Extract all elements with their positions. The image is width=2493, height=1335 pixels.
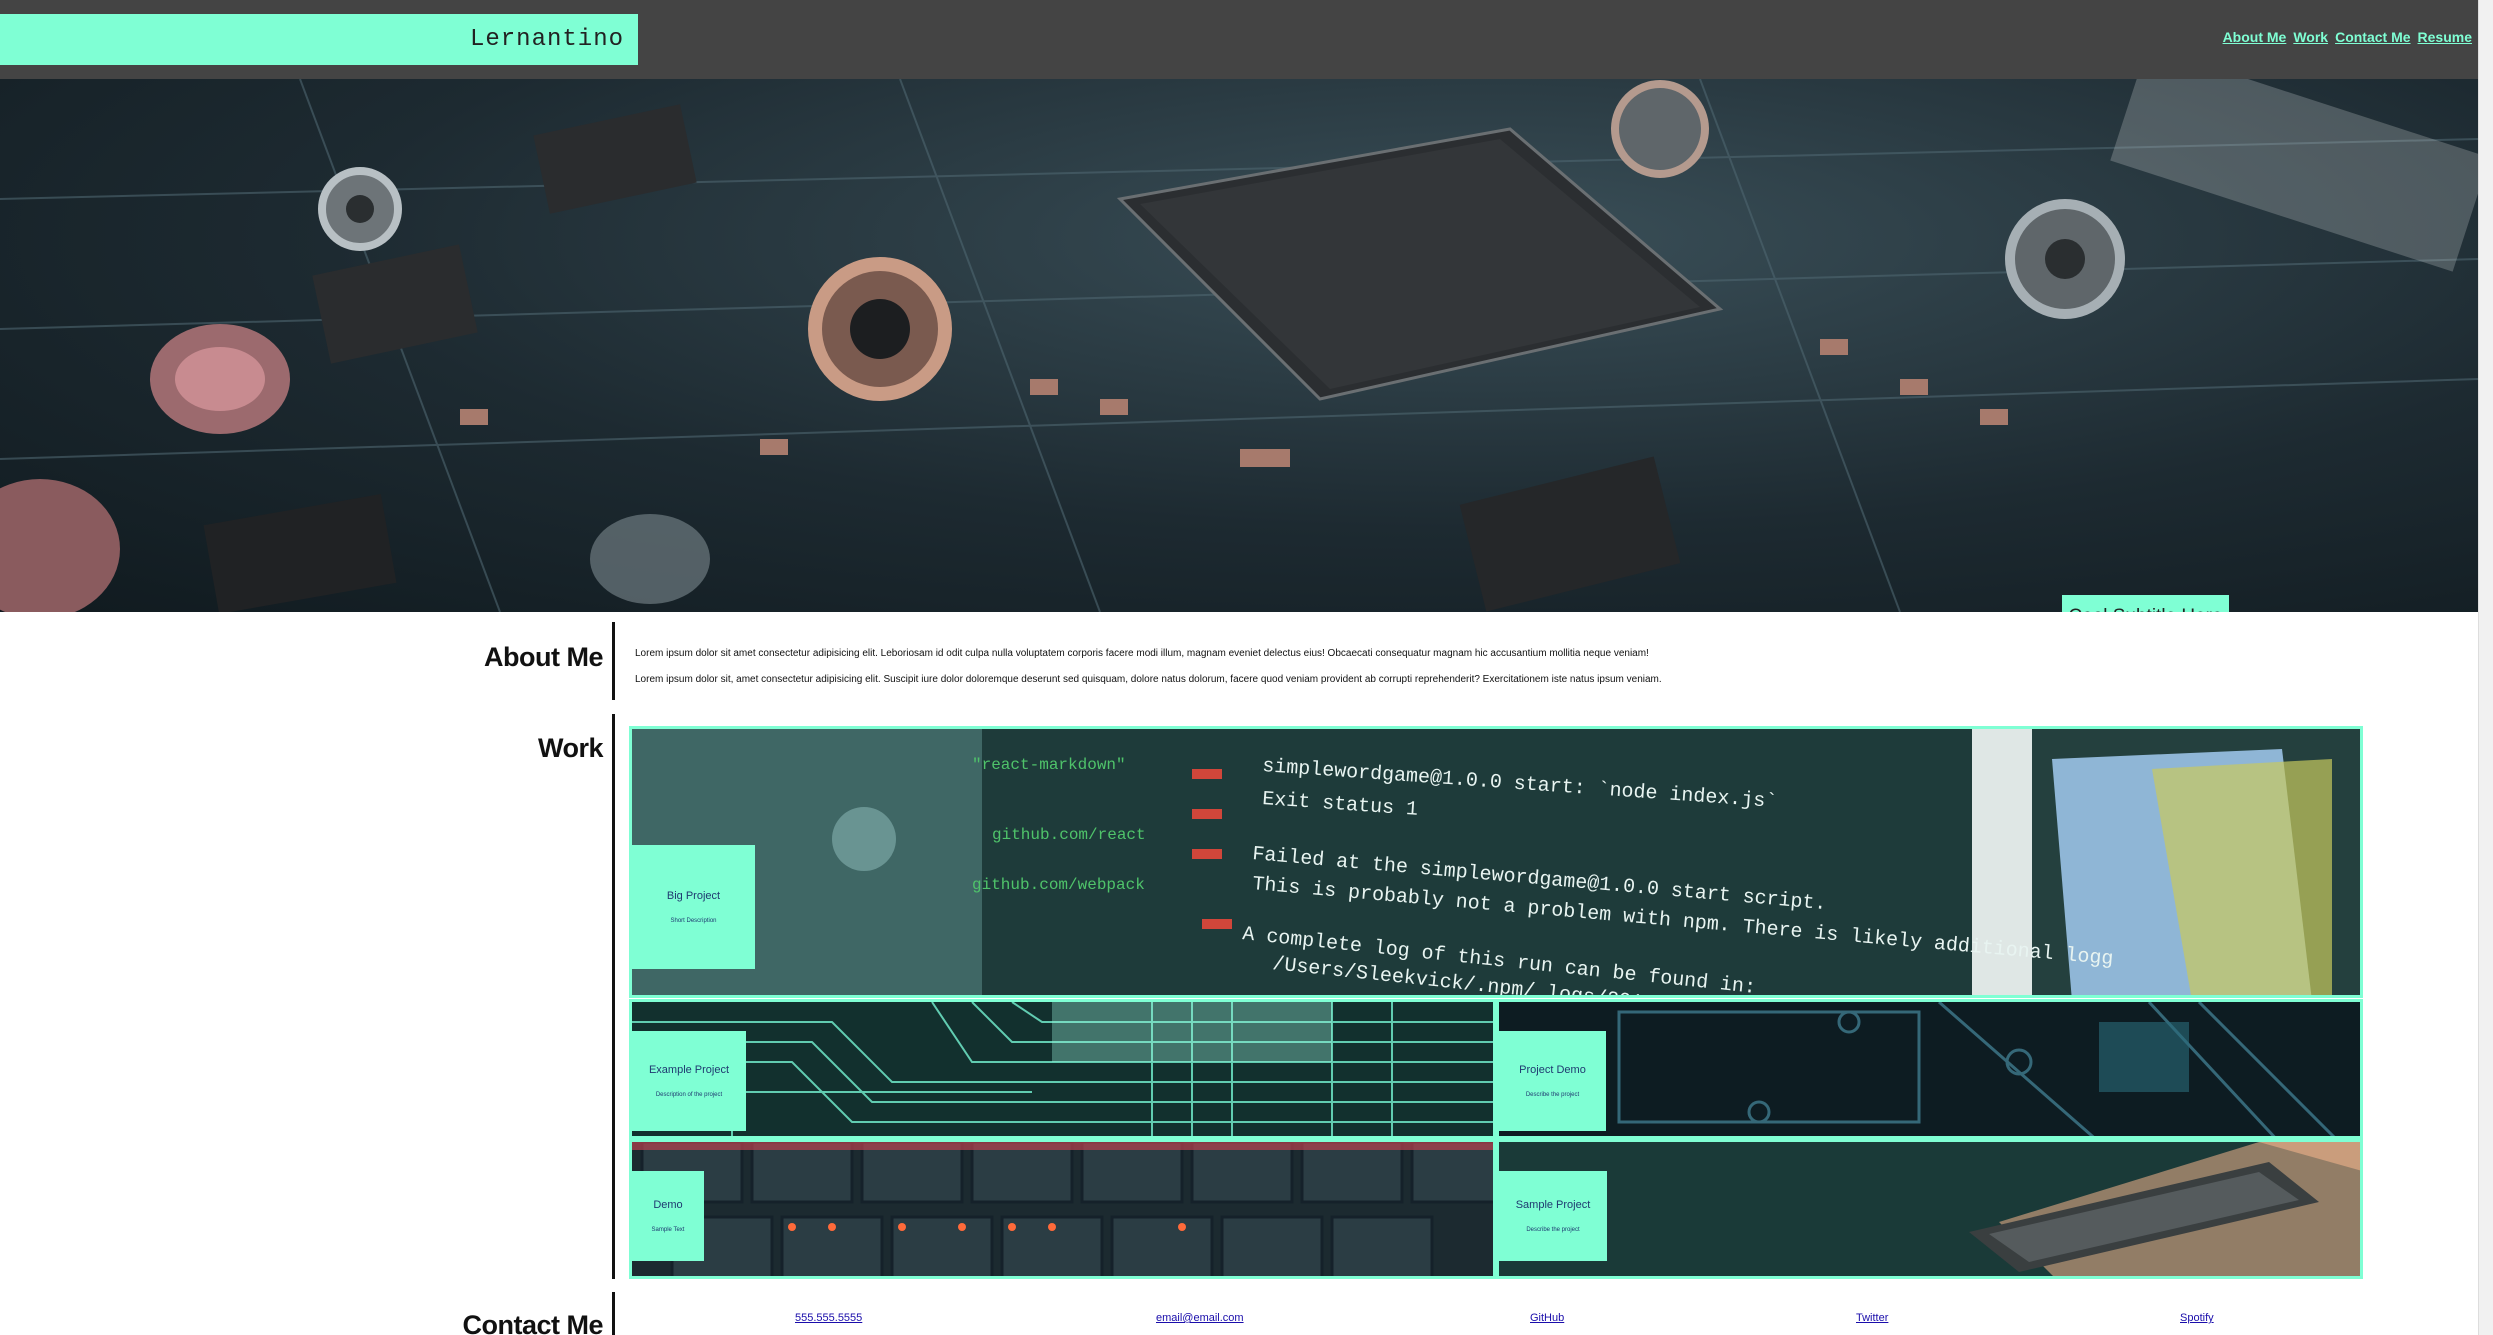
project-title: Demo: [653, 1199, 683, 1211]
page-scrollbar[interactable]: [2478, 0, 2493, 1335]
about-text: Lorem ipsum dolor sit amet consectetur a…: [635, 641, 1835, 693]
nav-link-work[interactable]: Work: [2293, 29, 2328, 45]
project-description: Short Description: [670, 918, 717, 924]
nav-link-contact[interactable]: Contact Me: [2335, 29, 2410, 45]
project-tag: Sample Project Describe the project: [1499, 1171, 1607, 1261]
laptop-image: [1499, 1142, 2360, 1276]
machine-parts-image: [1499, 1002, 2360, 1136]
brand-title[interactable]: Lernantino: [0, 14, 638, 65]
contact-links: 555.555.5555 email@email.com GitHub Twit…: [795, 1312, 2215, 1328]
about-paragraph: Lorem ipsum dolor sit, amet consectetur …: [635, 674, 1662, 685]
project-card-sample[interactable]: Sample Project Describe the project: [1496, 1139, 2363, 1279]
about-divider: [612, 622, 615, 700]
svg-text:github.com/react: github.com/react: [992, 826, 1146, 844]
project-card-example[interactable]: Example Project Description of the proje…: [629, 999, 1496, 1139]
site-header: Lernantino About Me Work Contact Me Resu…: [0, 0, 2478, 79]
project-card-demo-small[interactable]: Demo Sample Text: [629, 1139, 1496, 1279]
contact-spotify-link[interactable]: Spotify: [2180, 1312, 2214, 1324]
main-nav: About Me Work Contact Me Resume: [2223, 29, 2472, 45]
project-title: Big Project: [666, 890, 721, 902]
circuit-traces-image: [632, 1002, 1493, 1136]
svg-text:"react-markdown": "react-markdown": [972, 756, 1126, 774]
project-card-big[interactable]: simplewordgame@1.0.0 start: `node index.…: [629, 726, 2363, 998]
work-divider: [612, 714, 615, 1279]
contact-github-link[interactable]: GitHub: [1530, 1312, 1564, 1324]
project-description: Describe the project: [1526, 1227, 1580, 1233]
about-title: About Me: [484, 642, 603, 672]
nav-link-about[interactable]: About Me: [2223, 29, 2287, 45]
nav-link-resume[interactable]: Resume: [2418, 29, 2472, 45]
contact-divider: [612, 1292, 615, 1335]
hero-subtitle: Cool Subtitle Here: [2062, 595, 2229, 612]
project-description: Describe the project: [1525, 1092, 1580, 1098]
contact-title: Contact Me: [462, 1310, 603, 1335]
contact-email-link[interactable]: email@email.com: [1156, 1312, 1244, 1324]
svg-text:github.com/webpack: github.com/webpack: [972, 876, 1145, 894]
circuit-board-image: [0, 79, 2478, 612]
project-tag: Project Demo Describe the project: [1499, 1031, 1606, 1131]
code-screenshot-image: simplewordgame@1.0.0 start: `node index.…: [632, 729, 2360, 995]
about-paragraph: Lorem ipsum dolor sit amet consectetur a…: [635, 648, 1649, 659]
contact-phone-link[interactable]: 555.555.5555: [795, 1312, 862, 1324]
project-tag: Example Project Description of the proje…: [632, 1031, 746, 1131]
project-description: Sample Text: [651, 1227, 685, 1233]
project-card-demo[interactable]: Project Demo Describe the project: [1496, 999, 2363, 1139]
project-title: Project Demo: [1519, 1064, 1586, 1076]
project-tag: Demo Sample Text: [632, 1171, 704, 1261]
contact-twitter-link[interactable]: Twitter: [1856, 1312, 1888, 1324]
hero-banner: Cool Subtitle Here: [0, 79, 2478, 612]
keyboard-image: [632, 1142, 1493, 1276]
work-title: Work: [537, 733, 604, 763]
project-tag: Big Project Short Description: [632, 845, 755, 969]
project-description: Description of the project: [655, 1092, 723, 1098]
project-title: Example Project: [648, 1064, 730, 1076]
project-title: Sample Project: [1515, 1199, 1591, 1211]
